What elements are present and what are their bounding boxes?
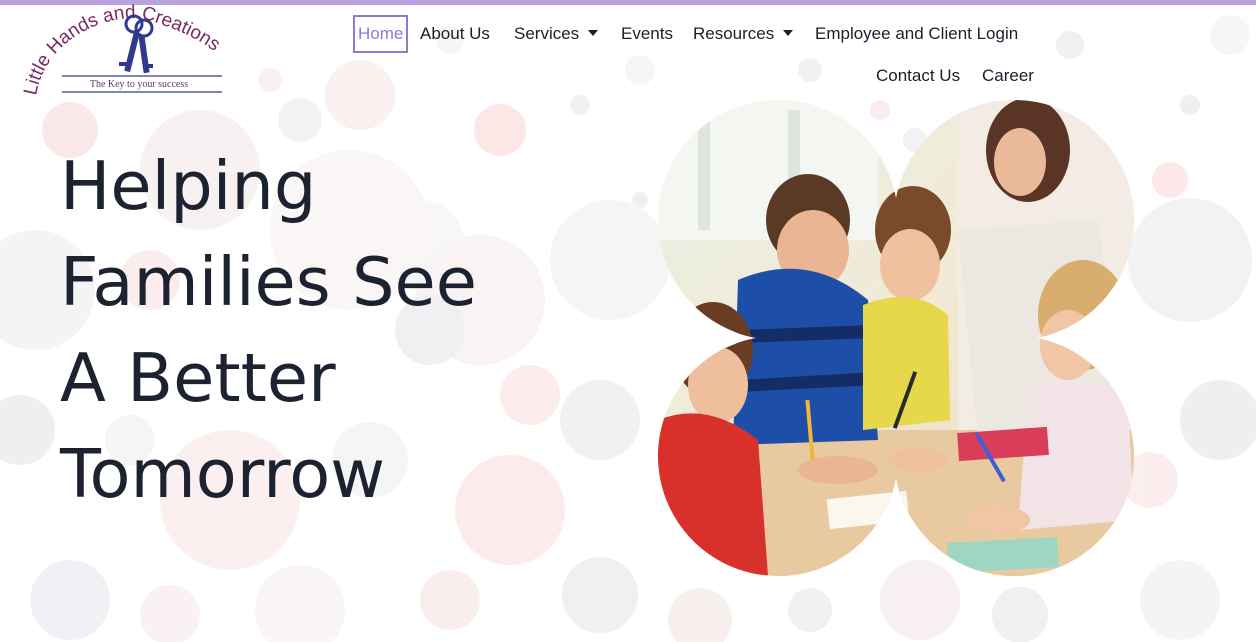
hero-title-line: Helping: [60, 147, 317, 225]
nav-events[interactable]: Events: [621, 24, 673, 44]
nav-contact-us-label: Contact Us: [876, 66, 961, 85]
nav-services-label: Services: [514, 24, 580, 43]
nav-career-label: Career: [982, 66, 1034, 85]
logo-graphic: Little Hands and Creations The Key to yo…: [20, 2, 224, 97]
nav-resources-label: Resources: [693, 24, 775, 43]
site-logo[interactable]: Little Hands and Creations The Key to yo…: [20, 2, 254, 102]
nav-events-label: Events: [621, 24, 673, 43]
hero-title-line: Families See: [60, 243, 477, 321]
nav-about-us-label: About Us: [420, 24, 490, 43]
hero-title: Helping Families See A Better Tomorrow: [60, 138, 580, 522]
hero-title-line: A Better: [60, 339, 336, 417]
nav-career[interactable]: Career: [982, 66, 1034, 86]
nav-about-us[interactable]: About Us: [420, 24, 490, 44]
logo-tagline: The Key to your success: [90, 79, 188, 90]
nav-services[interactable]: Services: [514, 24, 599, 44]
nav-home[interactable]: Home: [353, 15, 409, 53]
hero-title-line: Tomorrow: [60, 435, 386, 513]
chevron-down-icon: [588, 30, 599, 36]
nav-home-label: Home: [358, 24, 404, 43]
nav-employee-client-login[interactable]: Employee and Client Login: [815, 24, 1018, 44]
nav-contact-us[interactable]: Contact Us: [876, 66, 960, 86]
nav-login-label: Employee and Client Login: [815, 24, 1019, 43]
hero-photo: [658, 100, 1134, 576]
chevron-down-icon: [783, 30, 794, 36]
nav-resources[interactable]: Resources: [693, 24, 794, 44]
